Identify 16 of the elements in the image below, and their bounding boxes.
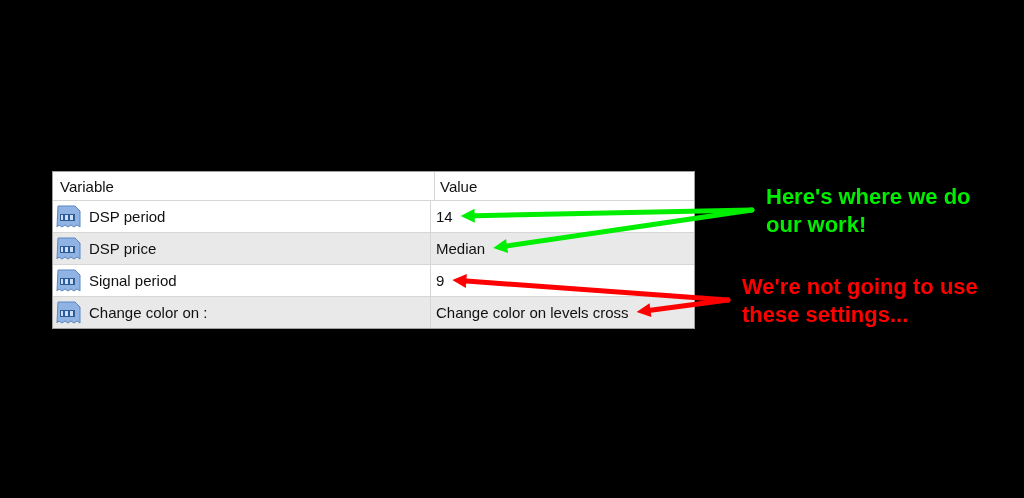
table-cell: Signal period	[89, 272, 177, 289]
variable-type-icon	[56, 236, 82, 261]
table-cell: DSP period	[89, 208, 166, 225]
callout-text: We're not going to use these settings...	[742, 273, 978, 329]
column-header: Value	[440, 177, 478, 195]
variable-type-icon	[56, 268, 82, 293]
callout-text: Here's where we do our work!	[766, 183, 972, 239]
table-cell: Change color on :	[89, 304, 208, 321]
variable-type-icon	[56, 204, 82, 229]
table-cell: Median	[436, 240, 486, 257]
column-header: Variable	[60, 177, 114, 195]
table-cell: 14	[436, 208, 453, 225]
variable-type-icon	[56, 300, 82, 325]
table-cell: 9	[436, 272, 445, 289]
table-cell: DSP price	[89, 240, 157, 257]
table-cell: Change color on levels cross	[436, 304, 629, 321]
